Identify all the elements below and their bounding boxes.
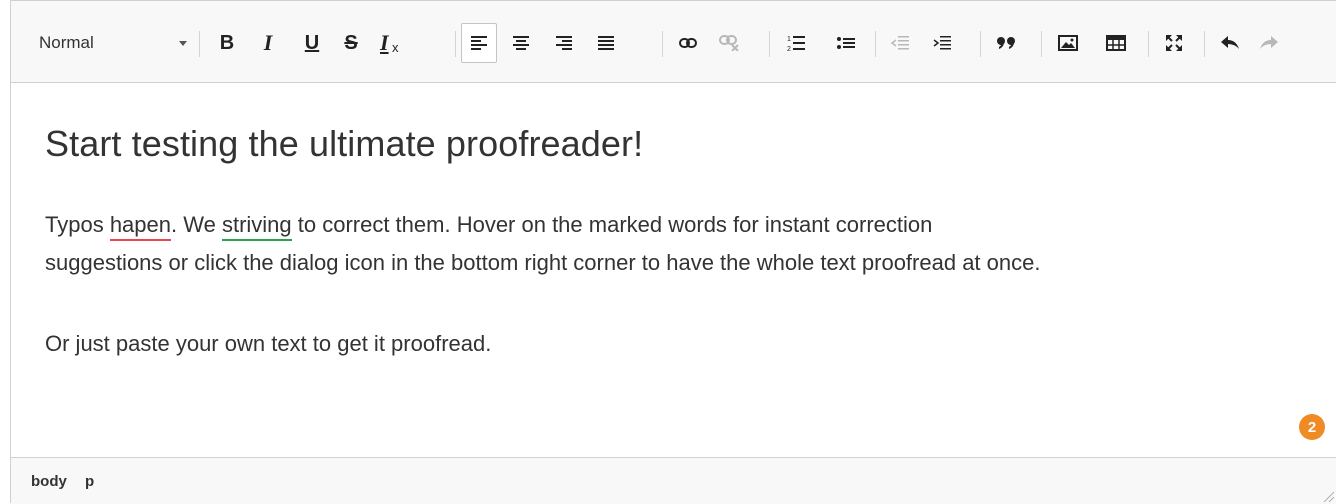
toolbar-separator [980,31,981,57]
toolbar-separator [1204,31,1205,57]
paragraph-format-dropdown[interactable]: Normal [39,24,193,62]
bulleted-list-icon [837,37,855,49]
bold-icon: B [219,31,235,54]
rich-text-editor: Normal B I U S I x 1 2 Start testing the… [10,0,1336,504]
paragraph-2: Or just paste your own text to get it pr… [45,331,492,356]
image-icon [1058,35,1078,51]
underline-icon: U [304,31,320,54]
indent-button[interactable] [925,24,959,62]
quote-icon [997,37,1015,49]
outdent-button[interactable] [883,24,917,62]
strikethrough-button[interactable]: S [334,24,368,62]
align-right-button[interactable] [547,24,581,62]
maximize-icon [1166,35,1182,51]
toolbar-separator [769,31,770,57]
toolbar-separator [199,31,200,57]
redo-button[interactable] [1252,24,1286,62]
outdent-icon [891,36,909,50]
align-justify-button[interactable] [589,24,623,62]
align-left-icon [471,36,487,50]
remove-format-icon: I x [380,30,399,55]
p1-text-middle: . We [171,212,222,237]
toolbar-separator [875,31,876,57]
underline-button[interactable]: U [295,24,329,62]
grammar-error-word[interactable]: striving [221,212,292,241]
numbered-list-icon: 1 2 [787,36,805,52]
issue-count: 2 [1307,418,1317,436]
toolbar-separator [662,31,663,57]
chevron-down-icon [179,41,187,46]
numbered-list-button[interactable]: 1 2 [779,24,813,62]
bold-button[interactable]: B [210,24,244,62]
toolbar-separator [1148,31,1149,57]
insert-table-button[interactable] [1099,24,1133,62]
insert-image-button[interactable] [1051,24,1085,62]
spelling-error-word[interactable]: hapen [109,212,171,241]
table-icon [1106,35,1126,51]
unlink-icon [719,35,739,51]
bulleted-list-button[interactable] [829,24,863,62]
link-button[interactable] [671,24,705,62]
link-icon [679,38,697,48]
paragraph-1-line-1: Typos hapen. We striving to correct them… [45,206,932,244]
indent-icon [933,36,951,50]
element-path-p[interactable]: p [85,473,94,490]
editor-toolbar: Normal B I U S I x 1 2 [11,1,1336,83]
align-center-icon [513,36,529,50]
element-path-body[interactable]: body [31,473,67,490]
svg-text:1: 1 [787,36,791,43]
undo-button[interactable] [1213,24,1247,62]
proofreader-issue-count-badge[interactable]: 2 [1299,414,1325,440]
p1-text-after: to correct them. Hover on the marked wor… [291,212,933,237]
svg-text:2: 2 [787,46,791,52]
format-select-value: Normal [39,33,94,52]
content-heading: Start testing the ultimate proofreader! [45,123,644,164]
maximize-button[interactable] [1157,24,1191,62]
element-path: body p [31,473,108,490]
toolbar-separator [1041,31,1042,57]
strikethrough-icon: S [344,31,358,54]
editor-statusbar: body p [11,457,1336,504]
align-left-button[interactable] [461,23,497,63]
unlink-button[interactable] [712,24,746,62]
align-center-button[interactable] [504,24,538,62]
remove-format-button[interactable]: I x [374,24,408,62]
resize-handle-icon[interactable] [1322,490,1334,502]
paragraph-1-line-2: suggestions or click the dialog icon in … [45,250,1041,275]
blockquote-button[interactable] [990,24,1024,62]
p1-text-before: Typos [45,212,110,237]
redo-icon [1260,36,1278,49]
toolbar-separator [455,31,456,57]
editor-content-area[interactable]: Start testing the ultimate proofreader! … [45,83,1335,457]
italic-button[interactable]: I [251,24,285,62]
align-right-icon [556,36,572,50]
align-justify-icon [598,36,614,50]
undo-icon [1221,36,1239,49]
italic-icon: I [263,30,273,55]
